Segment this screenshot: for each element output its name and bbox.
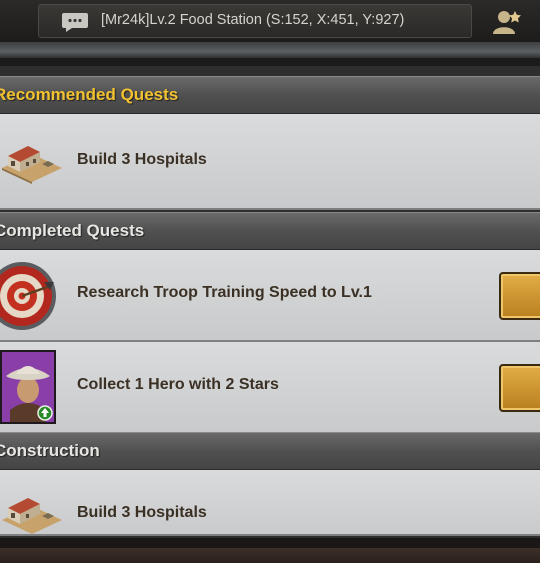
chat-message-bar[interactable]: [Mr24k]Lv.2 Food Station (S:152, X:451, … [38,4,472,38]
completed-quest-row[interactable]: Collect 1 Hero with 2 Stars [0,342,540,434]
completed-quest-row[interactable]: Research Troop Training Speed to Lv.1 [0,250,540,342]
completed-quests-header: Completed Quests [0,212,540,250]
construction-quest-row[interactable]: Build 3 Hospitals [0,470,540,536]
chat-bubble-icon [62,13,88,32]
construction-quest-label: Build 3 Hospitals [77,504,207,521]
hospital-building-icon [2,498,62,534]
recommended-quest-label: Build 3 Hospitals [77,151,207,168]
top-divider [0,42,540,58]
completed-quest-label: Collect 1 Hero with 2 Stars [77,376,279,393]
top-divider-shadow [0,58,540,66]
quest-panel: Recommended Quests Build 3 Hospitals Com… [0,66,540,538]
completed-quest-label: Research Troop Training Speed to Lv.1 [77,284,372,301]
chat-bar: [Mr24k]Lv.2 Food Station (S:152, X:451, … [0,0,540,42]
quest-go-button[interactable] [499,364,540,412]
construction-title: Construction [0,441,100,460]
hero-portrait-icon [0,350,56,424]
recommended-quests-header: Recommended Quests [0,76,540,114]
add-friend-icon[interactable] [490,8,524,36]
quest-go-button[interactable] [499,272,540,320]
hospital-building-icon [2,146,62,184]
recommended-quests-title: Recommended Quests [0,85,179,104]
target-arrow-icon [0,262,56,330]
completed-quests-title: Completed Quests [0,221,145,240]
bottom-background [0,538,540,563]
chat-message-text: [Mr24k]Lv.2 Food Station (S:152, X:451, … [101,12,405,28]
recommended-quest-row[interactable]: Build 3 Hospitals [0,114,540,210]
construction-header: Construction [0,432,540,470]
